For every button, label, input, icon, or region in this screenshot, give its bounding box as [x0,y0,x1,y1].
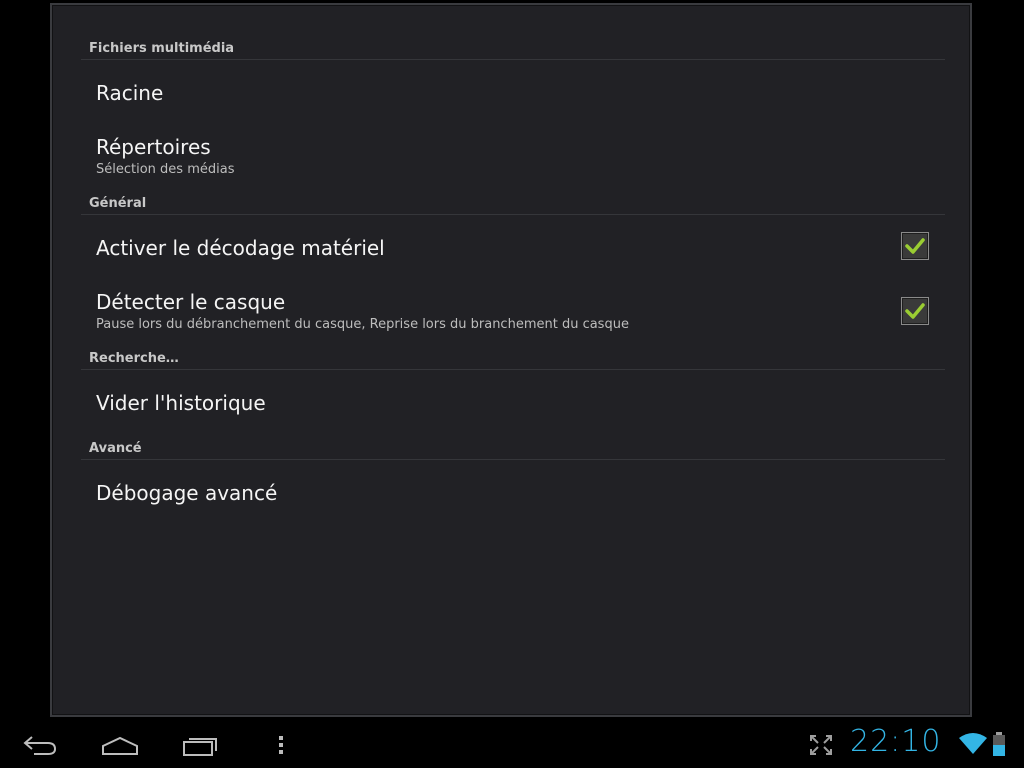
pref-root-title: Racine [96,81,164,105]
status-clock: 22:10 [850,724,942,759]
menu-button[interactable] [253,728,309,762]
pref-advanced-debug[interactable]: Débogage avancé [81,461,945,515]
recent-apps-icon [183,738,217,756]
menu-icon [279,736,283,754]
section-header-media-label: Fichiers multimédia [89,41,235,56]
section-header-general: Général [81,191,945,215]
section-header-search-label: Recherche… [89,351,179,366]
pref-advanced-debug-title: Débogage avancé [96,481,278,505]
section-header-advanced: Avancé [81,436,945,460]
settings-panel: Fichiers multimédia Racine Répertoires S… [50,3,972,717]
home-button[interactable] [92,728,148,762]
pref-directories[interactable]: Répertoires Sélection des médias [81,117,945,183]
section-header-media: Fichiers multimédia [81,36,945,60]
battery-indicator [992,731,1006,761]
checkmark-icon [905,303,925,319]
home-icon [102,736,138,755]
headset-checkbox[interactable] [901,297,929,325]
pref-root[interactable]: Racine [81,61,945,115]
pref-hw-decoding[interactable]: Activer le décodage matériel [81,216,945,270]
pref-hw-decoding-title: Activer le décodage matériel [96,236,385,260]
pref-directories-title: Répertoires [96,135,211,159]
back-button[interactable] [12,728,68,762]
recent-apps-button[interactable] [172,728,228,762]
pref-headset-summary: Pause lors du débranchement du casque, R… [96,317,629,332]
pref-directories-summary: Sélection des médias [96,162,235,177]
checkmark-icon [905,238,925,254]
section-header-general-label: Général [89,196,147,211]
fullscreen-button[interactable] [808,733,834,761]
pref-clear-history[interactable]: Vider l'historique [81,371,945,425]
pref-headset[interactable]: Détecter le casque Pause lors du débranc… [81,272,945,338]
battery-icon [993,732,1005,756]
section-header-advanced-label: Avancé [89,441,142,456]
pref-headset-title: Détecter le casque [96,290,286,314]
section-header-search: Recherche… [81,346,945,370]
hw-decoding-checkbox[interactable] [901,232,929,260]
pref-clear-history-title: Vider l'historique [96,391,266,415]
back-icon [23,736,57,755]
fullscreen-icon [810,735,832,755]
wifi-indicator [958,732,988,760]
wifi-icon [959,733,987,754]
